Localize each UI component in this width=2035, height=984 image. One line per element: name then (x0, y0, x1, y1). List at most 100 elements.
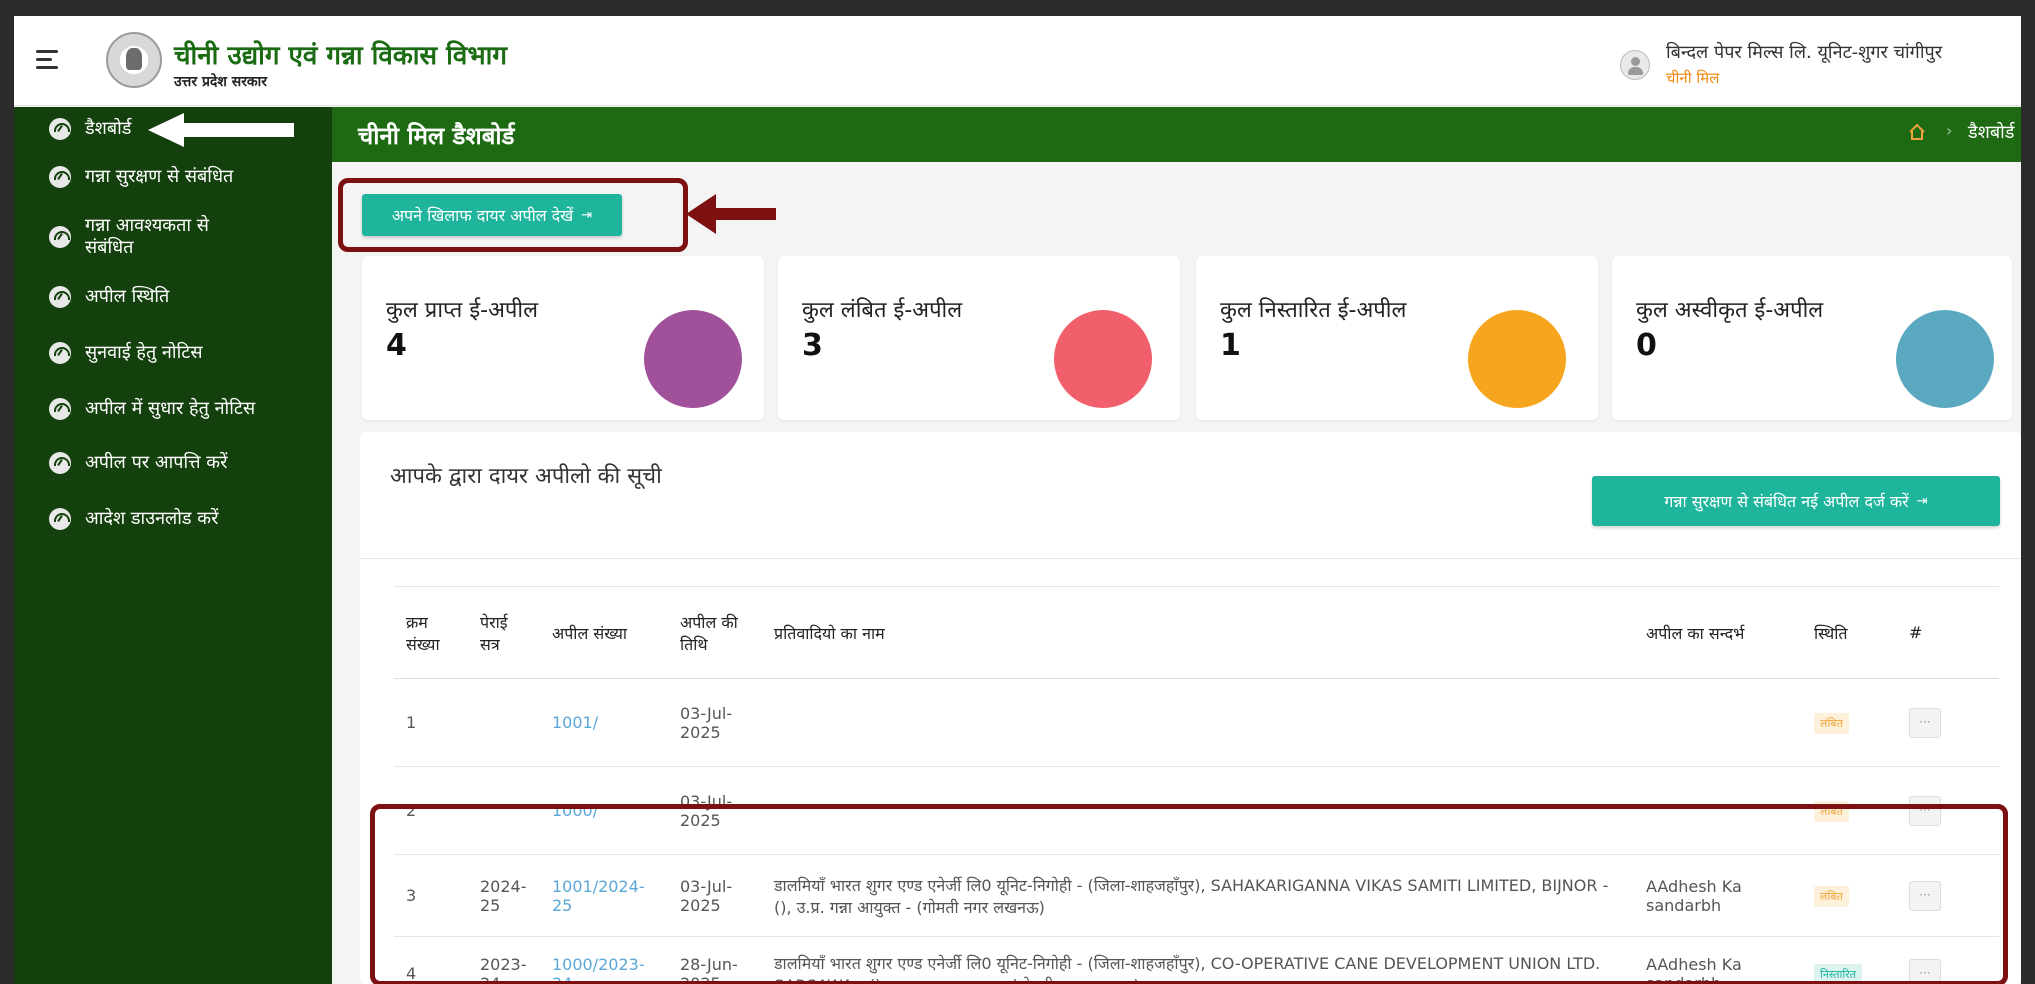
cell-season: 2023-24 (468, 936, 540, 984)
sidebar-item-label: गन्ना सुरक्षण से संबंधित (85, 166, 234, 187)
appeals-table: क्रम संख्या पेराई सत्र अपील संख्या अपील … (394, 586, 1999, 984)
sidebar-item-label: अपील पर आपत्ति करें (85, 452, 228, 473)
annotation-arrow-left-icon (148, 113, 294, 147)
sidebar-item-cane-protection[interactable]: गन्ना सुरक्षण से संबंधित (14, 151, 332, 203)
sidebar-item-hearing-notice[interactable]: सुनवाई हेतु नोटिस (14, 327, 332, 379)
stat-value: 1 (1220, 328, 1241, 363)
up-government-logo-icon (106, 32, 162, 88)
appeal-number-link[interactable]: 1000/2023-24 (552, 955, 645, 984)
sidebar-item-label: सुनवाई हेतु नोटिस (85, 342, 203, 363)
col-header-appeal-no: अपील संख्या (540, 586, 668, 679)
user-role: चीनी मिल (1666, 69, 1720, 87)
cell-reference (1634, 678, 1802, 767)
sidebar-item-order-download[interactable]: आदेश डाउनलोड करें (14, 493, 332, 545)
cell-serial: 4 (394, 936, 468, 984)
status-badge: लंबित (1814, 885, 1849, 907)
stat-title: कुल अस्वीकृत ई-अपील (1636, 298, 1824, 323)
dashboard-gauge-icon (49, 398, 71, 420)
cell-reference (1634, 766, 1802, 855)
org-title: चीनी उद्योग एवं गन्ना विकास विभाग (174, 41, 508, 71)
stat-circle-icon (644, 310, 742, 408)
cell-date: 28-Jun-2025 (668, 936, 762, 984)
status-badge: निस्तारित (1814, 963, 1862, 984)
page-title: चीनी मिल डैशबोर्ड (358, 122, 515, 150)
hamburger-menu-icon[interactable] (36, 50, 58, 70)
sidebar-item-label: आदेश डाउनलोड करें (85, 508, 219, 529)
button-label: गन्ना सुरक्षण से संबंधित नई अपील दर्ज कर… (1664, 492, 1909, 511)
dashboard-gauge-icon (49, 286, 71, 308)
cell-season (468, 766, 540, 855)
col-header-serial: क्रम संख्या (394, 586, 468, 679)
col-header-actions: # (1897, 586, 1999, 679)
col-header-status: स्थिति (1802, 586, 1897, 679)
appeal-number-link[interactable]: 1000/ (552, 801, 598, 820)
arrow-right-icon: ⇥ (581, 207, 593, 223)
status-badge: लंबित (1814, 712, 1849, 734)
sidebar: डैशबोर्ड गन्ना सुरक्षण से संबंधित गन्ना … (14, 107, 332, 984)
table-row: 2 1000/ 03-Jul-2025 लंबित ··· (394, 766, 1999, 855)
breadcrumb-current: डैशबोर्ड (1968, 122, 2015, 143)
cell-date: 03-Jul-2025 (668, 854, 762, 937)
button-label: अपने खिलाफ दायर अपील देखें (391, 206, 574, 225)
cell-reference: AAdhesh Ka sandarbh (1634, 936, 1802, 984)
dashboard-gauge-icon (49, 118, 71, 140)
col-header-date: अपील की तिथि (668, 586, 762, 679)
new-cane-protection-appeal-button[interactable]: गन्ना सुरक्षण से संबंधित नई अपील दर्ज कर… (1592, 476, 2000, 526)
sidebar-item-label: गन्ना आवश्यकता से संबंधित (85, 215, 209, 258)
sidebar-item-correction-notice[interactable]: अपील में सुधार हेतु नोटिस (14, 383, 332, 435)
stat-value: 3 (802, 328, 823, 363)
home-icon[interactable] (1908, 123, 1926, 141)
table-header-row: क्रम संख्या पेराई सत्र अपील संख्या अपील … (394, 586, 1999, 679)
stat-value: 4 (386, 328, 407, 363)
cell-season (468, 678, 540, 767)
dashboard-gauge-icon (49, 226, 71, 248)
sidebar-item-label: डैशबोर्ड (85, 118, 132, 139)
col-header-season: पेराई सत्र (468, 586, 540, 679)
stat-title: कुल लंबित ई-अपील (802, 298, 963, 323)
cell-season: 2024-25 (468, 854, 540, 937)
content-header-bar: चीनी मिल डैशबोर्ड › डैशबोर्ड (332, 107, 2021, 162)
cell-date: 03-Jul-2025 (668, 766, 762, 855)
sidebar-item-label: अपील स्थिति (85, 286, 170, 307)
user-name[interactable]: बिन्दल पेपर मिल्स लि. यूनिट-शुगर चांगीपु… (1666, 40, 1942, 64)
divider (360, 558, 2021, 559)
sidebar-item-appeal-objection[interactable]: अपील पर आपत्ति करें (14, 437, 332, 489)
more-options-icon[interactable]: ··· (1909, 880, 1941, 911)
top-header: चीनी उद्योग एवं गन्ना विकास विभाग उत्तर … (14, 16, 2021, 106)
appeal-number-link[interactable]: 1001/ (552, 713, 598, 732)
breadcrumb-separator-icon: › (1946, 121, 1953, 140)
table-row: 1 1001/ 03-Jul-2025 लंबित ··· (394, 678, 1999, 767)
dashboard-gauge-icon (49, 452, 71, 474)
status-badge: लंबित (1814, 800, 1849, 822)
stat-card-pending: कुल लंबित ई-अपील 3 (778, 256, 1180, 420)
dashboard-gauge-icon (49, 508, 71, 530)
cell-respondents (762, 766, 1634, 855)
stat-card-rejected: कुल अस्वीकृत ई-अपील 0 (1612, 256, 2012, 420)
stat-circle-icon (1896, 310, 1994, 408)
cell-serial: 1 (394, 678, 468, 767)
view-appeals-against-button[interactable]: अपने खिलाफ दायर अपील देखें ⇥ (362, 194, 622, 236)
app-page: चीनी उद्योग एवं गन्ना विकास विभाग उत्तर … (14, 16, 2021, 984)
annotation-arrow-left-icon (686, 194, 776, 234)
sidebar-item-cane-requirement[interactable]: गन्ना आवश्यकता से संबंधित (14, 205, 332, 269)
dashboard-gauge-icon (49, 166, 71, 188)
stat-title: कुल प्राप्त ई-अपील (386, 298, 538, 323)
browser-top-strip (0, 0, 2035, 16)
more-options-icon[interactable]: ··· (1909, 958, 1941, 984)
dashboard-gauge-icon (49, 342, 71, 364)
list-title: आपके द्वारा दायर अपीलो की सूची (390, 464, 662, 489)
stat-card-disposed: कुल निस्तारित ई-अपील 1 (1196, 256, 1598, 420)
org-subtitle: उत्तर प्रदेश सरकार (174, 74, 268, 90)
sidebar-item-label: अपील में सुधार हेतु नोटिस (85, 398, 256, 419)
user-avatar-icon[interactable] (1620, 50, 1650, 80)
cell-serial: 2 (394, 766, 468, 855)
sidebar-item-appeal-status[interactable]: अपील स्थिति (14, 271, 332, 323)
table-row: 4 2023-24 1000/2023-24 28-Jun-2025 डालमि… (394, 936, 1999, 984)
col-header-reference: अपील का सन्दर्भ (1634, 586, 1802, 679)
stat-circle-icon (1468, 310, 1566, 408)
appeal-number-link[interactable]: 1001/2024-25 (552, 877, 645, 915)
more-options-icon[interactable]: ··· (1909, 795, 1941, 826)
cell-respondents: डालमियाँ भारत शुगर एण्ड एनेर्जी लि0 यूनि… (762, 854, 1634, 937)
more-options-icon[interactable]: ··· (1909, 707, 1941, 738)
stat-card-received: कुल प्राप्त ई-अपील 4 (362, 256, 764, 420)
